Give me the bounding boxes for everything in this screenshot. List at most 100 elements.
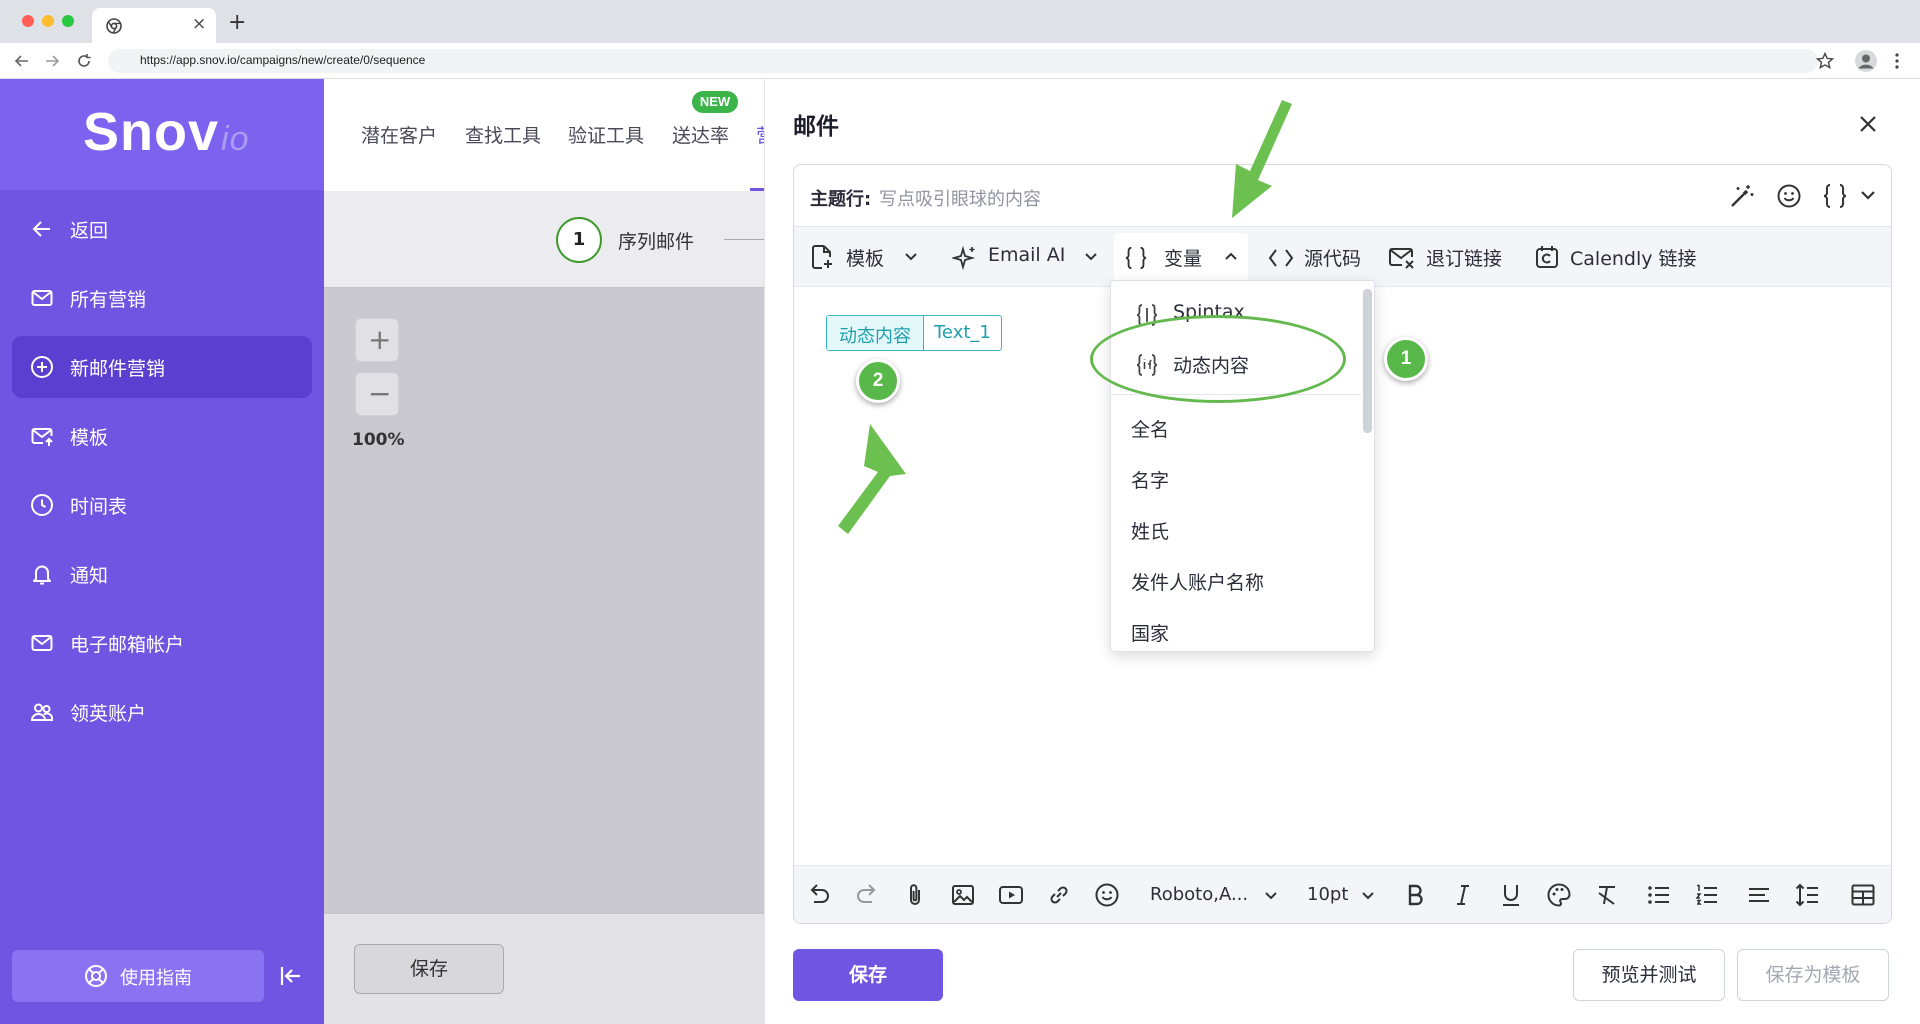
bullet-list-icon[interactable] xyxy=(1646,882,1672,908)
dynamic-content-chip-value: Text_1 xyxy=(934,322,991,343)
image-icon[interactable] xyxy=(950,882,976,908)
dropdown-item-last-name[interactable]: 姓氏 xyxy=(1111,505,1361,555)
braces-icon xyxy=(1124,244,1148,272)
preview-test-button[interactable]: 预览并测试 xyxy=(1573,949,1725,1001)
annotation-arrow-down-icon xyxy=(1232,100,1292,218)
dropdown-item-country[interactable]: 国家 xyxy=(1111,607,1361,651)
chevron-down-icon[interactable] xyxy=(1860,189,1876,201)
plus-icon: + xyxy=(368,323,392,356)
dropdown-item-sender-name[interactable]: 发件人账户名称 xyxy=(1111,556,1361,606)
step-label[interactable]: 序列邮件 xyxy=(618,227,694,254)
subject-input[interactable]: 写点吸引眼球的内容 xyxy=(879,185,1041,211)
palette-icon[interactable] xyxy=(1546,882,1572,908)
sidebar-item-new-campaign[interactable]: 新邮件营销 xyxy=(12,336,312,398)
chevron-down-icon[interactable] xyxy=(1264,891,1278,901)
sidebar-item-notifications[interactable]: 通知 xyxy=(12,543,312,605)
sidebar-item-linkedin-accounts[interactable]: 领英账户 xyxy=(12,681,312,743)
chevron-down-icon[interactable] xyxy=(1361,891,1375,901)
unsubscribe-link-button[interactable]: 退订链接 xyxy=(1388,227,1508,287)
browser-tab[interactable]: × xyxy=(92,8,216,43)
variables-braces-icon[interactable] xyxy=(1822,182,1848,210)
emoji-icon[interactable] xyxy=(1776,183,1802,209)
chevron-down-icon xyxy=(1084,252,1098,262)
profile-avatar-icon[interactable] xyxy=(1854,49,1878,73)
nav-finder-tools[interactable]: 查找工具 xyxy=(465,121,541,148)
step-number[interactable]: 1 xyxy=(556,217,602,263)
variables-button[interactable]: 变量 xyxy=(1124,227,1240,287)
emoji-icon[interactable] xyxy=(1094,882,1120,908)
subject-label: 主题行: xyxy=(810,189,872,210)
subject-row[interactable]: 主题行: 写点吸引眼球的内容 xyxy=(794,165,1891,227)
save-as-template-button[interactable]: 保存为模板 xyxy=(1737,949,1889,1001)
sidebar-item-back[interactable]: 返回 xyxy=(12,198,312,260)
unsubscribe-label: 退订链接 xyxy=(1426,248,1503,270)
save-button[interactable]: 保存 xyxy=(793,949,943,1001)
zoom-in-button[interactable]: + xyxy=(355,318,399,362)
nav-deliverability[interactable]: 送达率 xyxy=(672,121,729,148)
sidebar-item-templates[interactable]: 模板 xyxy=(12,405,312,467)
back-arrow-icon[interactable] xyxy=(14,53,30,69)
sequence-save-button[interactable]: 保存 xyxy=(354,944,504,994)
window-zoom-dot[interactable] xyxy=(62,15,74,27)
snovio-logo[interactable]: Snovio xyxy=(83,101,250,163)
clear-format-icon[interactable] xyxy=(1594,882,1620,908)
dropdown-item-label: 发件人账户名称 xyxy=(1131,572,1265,594)
highlight-ring xyxy=(1090,315,1346,403)
video-icon[interactable] xyxy=(998,882,1024,908)
template-label: 模板 xyxy=(846,248,885,270)
url-text: https://app.snov.io/campaigns/new/create… xyxy=(140,53,426,67)
align-icon[interactable] xyxy=(1746,882,1772,908)
magic-wand-icon[interactable] xyxy=(1729,183,1755,209)
dropdown-item-first-name[interactable]: 名字 xyxy=(1111,454,1361,504)
table-icon[interactable] xyxy=(1850,882,1876,908)
panel-title: 邮件 xyxy=(793,114,839,140)
tab-close-icon[interactable]: × xyxy=(192,14,206,34)
url-field[interactable]: https://app.snov.io/campaigns/new/create… xyxy=(108,49,1818,73)
attachment-icon[interactable] xyxy=(902,882,928,908)
dropdown-scrollbar[interactable] xyxy=(1363,289,1372,433)
calendly-icon xyxy=(1534,244,1560,270)
close-icon[interactable] xyxy=(1857,113,1879,135)
line-height-icon[interactable] xyxy=(1794,882,1820,908)
link-icon[interactable] xyxy=(1046,882,1072,908)
calendly-label: Calendly 链接 xyxy=(1570,248,1697,270)
font-size-select[interactable]: 10pt xyxy=(1307,884,1348,905)
calendly-link-button[interactable]: Calendly 链接 xyxy=(1534,227,1704,287)
guide-label: 使用指南 xyxy=(120,968,192,989)
undo-icon[interactable] xyxy=(806,882,832,908)
window-close-dot[interactable] xyxy=(22,15,34,27)
sidebar-item-schedule[interactable]: 时间表 xyxy=(12,474,312,536)
italic-icon[interactable] xyxy=(1450,882,1476,908)
collapse-sidebar-icon[interactable] xyxy=(278,963,304,989)
source-code-button[interactable]: 源代码 xyxy=(1268,227,1368,287)
dropdown-item-label: 国家 xyxy=(1131,623,1170,645)
dropdown-item-label: 全名 xyxy=(1131,419,1170,441)
reload-icon[interactable] xyxy=(76,53,92,69)
variables-label: 变量 xyxy=(1164,248,1203,270)
numbered-list-icon[interactable] xyxy=(1694,882,1720,908)
source-code-label: 源代码 xyxy=(1304,248,1362,270)
nav-leads[interactable]: 潜在客户 xyxy=(361,121,437,148)
sidebar-item-all-campaigns[interactable]: 所有营销 xyxy=(12,267,312,329)
step-connector xyxy=(724,239,764,240)
guide-button[interactable]: 使用指南 xyxy=(12,950,264,1002)
bold-icon[interactable] xyxy=(1402,882,1428,908)
email-ai-button[interactable]: Email AI xyxy=(952,227,1102,287)
annotation-badge-1: 1 xyxy=(1384,337,1428,381)
sidebar-item-email-accounts[interactable]: 电子邮箱帐户 xyxy=(12,612,312,674)
template-button[interactable]: 模板 xyxy=(810,227,922,287)
font-family-select[interactable]: Roboto,A... xyxy=(1150,884,1248,905)
plus-circle-icon xyxy=(30,355,54,379)
new-tab-icon[interactable]: + xyxy=(228,10,246,35)
bookmark-star-icon[interactable] xyxy=(1816,52,1834,70)
mail-template-icon xyxy=(30,424,54,448)
zoom-out-button[interactable]: − xyxy=(355,372,399,416)
forward-arrow-icon[interactable] xyxy=(44,53,60,69)
dropdown-item-full-name[interactable]: 全名 xyxy=(1111,403,1361,453)
underline-icon[interactable] xyxy=(1498,882,1524,908)
window-minimize-dot[interactable] xyxy=(42,15,54,27)
redo-icon[interactable] xyxy=(854,882,880,908)
dynamic-content-chip[interactable]: 动态内容 Text_1 xyxy=(826,315,1002,351)
browser-menu-icon[interactable] xyxy=(1894,52,1900,70)
nav-verifier-tools[interactable]: 验证工具 xyxy=(568,121,644,148)
